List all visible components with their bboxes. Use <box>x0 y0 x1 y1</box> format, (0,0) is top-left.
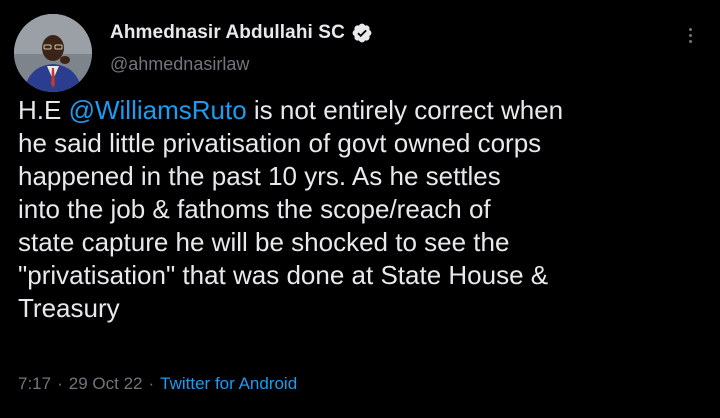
author-name-row: Ahmednasir Abdullahi SC <box>110 22 373 44</box>
meta-separator: · <box>148 374 155 393</box>
tweet-meta: 7:17 · 29 Oct 22 · Twitter for Android <box>18 374 297 394</box>
avatar-image <box>14 14 92 92</box>
more-dot <box>688 33 692 37</box>
tweet-source-link[interactable]: Twitter for Android <box>160 374 297 394</box>
tweet-card: Ahmednasir Abdullahi SC @ahmednasirlaw H… <box>0 0 720 418</box>
more-options-icon[interactable] <box>680 22 700 48</box>
more-dot <box>688 39 692 43</box>
tweet-text-prefix: H.E <box>18 95 69 125</box>
tweet-time[interactable]: 7:17 <box>18 374 51 394</box>
tweet-text: H.E @WilliamsRuto is not entirely correc… <box>18 94 708 325</box>
verified-badge-icon <box>351 22 373 44</box>
more-dot <box>688 27 692 31</box>
author-display-name[interactable]: Ahmednasir Abdullahi SC <box>110 22 345 44</box>
tweet-date[interactable]: 29 Oct 22 <box>69 374 143 394</box>
avatar[interactable] <box>14 14 92 92</box>
mention-link[interactable]: @WilliamsRuto <box>69 95 247 125</box>
meta-separator: · <box>57 374 63 393</box>
tweet-text-body: is not entirely correct when he said lit… <box>18 95 564 323</box>
author-handle[interactable]: @ahmednasirlaw <box>110 54 249 75</box>
